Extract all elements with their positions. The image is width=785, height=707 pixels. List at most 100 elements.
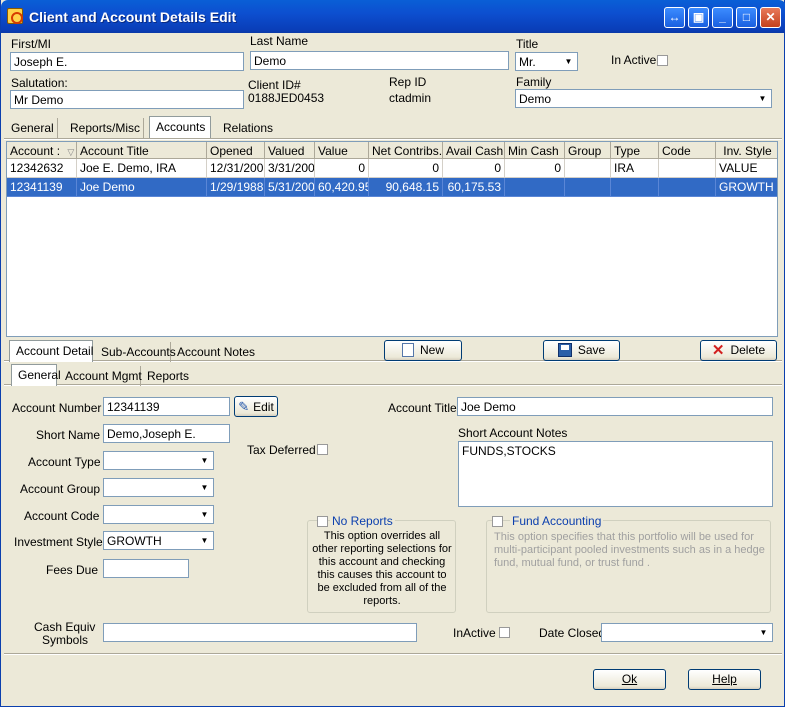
col-header-inv-style[interactable]: Inv. Style bbox=[716, 142, 777, 159]
cell-inv-style: GROWTH bbox=[716, 178, 777, 197]
chevron-down-icon[interactable]: ▼ bbox=[197, 533, 212, 548]
first-name-input[interactable]: Joseph E. bbox=[10, 52, 244, 71]
date-closed-picker[interactable]: ▼ bbox=[601, 623, 773, 642]
account-group-label: Account Group bbox=[20, 482, 101, 496]
account-inactive-checkbox[interactable] bbox=[499, 627, 510, 638]
tax-deferred-checkbox[interactable] bbox=[317, 444, 328, 455]
cell-inv-style: VALUE bbox=[716, 159, 777, 178]
tab-reports-misc[interactable]: Reports/Misc bbox=[64, 118, 144, 138]
sub-tabstrip: General Account Mgmt Reports bbox=[11, 364, 211, 388]
col-header-valued[interactable]: Valued bbox=[265, 142, 315, 159]
no-reports-description: This option overrides all other reportin… bbox=[312, 530, 452, 607]
account-code-select[interactable]: ▼ bbox=[103, 505, 214, 524]
footer-separator bbox=[4, 653, 782, 655]
rep-id-value: ctadmin bbox=[389, 91, 432, 105]
cell-title: Joe E. Demo, IRA bbox=[77, 159, 207, 178]
account-type-select[interactable]: ▼ bbox=[103, 451, 214, 470]
date-closed-label: Date Closed bbox=[539, 626, 606, 640]
account-number-label: Account Number bbox=[12, 401, 102, 415]
chevron-down-icon[interactable]: ▼ bbox=[756, 625, 771, 640]
col-header-opened[interactable]: Opened bbox=[207, 142, 265, 159]
account-title-label: Account Title bbox=[388, 401, 457, 415]
family-select[interactable]: Demo ▼ bbox=[515, 89, 772, 108]
investment-style-select[interactable]: GROWTH ▼ bbox=[103, 531, 214, 550]
tab-sub-accounts[interactable]: Sub-Accounts bbox=[95, 342, 176, 362]
investment-style-label: Investment Style bbox=[14, 535, 103, 549]
tab-relations[interactable]: Relations bbox=[217, 118, 287, 138]
last-name-input[interactable]: Demo bbox=[250, 51, 509, 70]
col-header-group[interactable]: Group bbox=[565, 142, 611, 159]
dialog-window: Client and Account Details Edit ↔ ▣ _ □ … bbox=[0, 0, 785, 707]
tab-account-detail[interactable]: Account Detail bbox=[9, 340, 93, 362]
col-header-code[interactable]: Code bbox=[659, 142, 716, 159]
title-select[interactable]: Mr. ▼ bbox=[515, 52, 578, 71]
cell-account: 12341139 bbox=[7, 178, 77, 197]
col-header-net-contribs[interactable]: Net Contribs. bbox=[369, 142, 443, 159]
tab-general[interactable]: General bbox=[5, 118, 58, 138]
chevron-down-icon[interactable]: ▼ bbox=[197, 507, 212, 522]
cell-code bbox=[659, 178, 716, 197]
short-name-label: Short Name bbox=[36, 428, 101, 442]
no-reports-label: No Reports bbox=[330, 514, 395, 528]
save-button-label: Save bbox=[577, 343, 606, 357]
short-notes-textarea[interactable]: FUNDS,STOCKS bbox=[458, 441, 773, 507]
col-header-min-cash[interactable]: Min Cash bbox=[505, 142, 565, 159]
new-button-label: New bbox=[419, 343, 444, 357]
delete-button[interactable]: ✕ Delete bbox=[700, 340, 777, 361]
tab-accounts[interactable]: Accounts bbox=[149, 116, 211, 138]
accounts-grid[interactable]: Account : ▽ Account Title Opened Valued … bbox=[6, 141, 778, 337]
chevron-down-icon[interactable]: ▼ bbox=[755, 91, 770, 106]
chevron-down-icon[interactable]: ▼ bbox=[561, 54, 576, 69]
col-header-account[interactable]: Account : ▽ bbox=[7, 142, 77, 159]
cell-avail-cash: 60,175.53 bbox=[443, 178, 505, 197]
title-select-value: Mr. bbox=[519, 55, 536, 69]
help-button[interactable]: Help bbox=[688, 669, 761, 690]
cell-valued: 5/31/200 bbox=[265, 178, 315, 197]
chevron-down-icon[interactable]: ▼ bbox=[197, 480, 212, 495]
col-header-avail-cash[interactable]: Avail Cash bbox=[443, 142, 505, 159]
minimize-icon[interactable]: _ bbox=[712, 7, 733, 28]
no-reports-checkbox[interactable] bbox=[317, 516, 328, 527]
save-disk-icon bbox=[557, 343, 572, 357]
salutation-input[interactable]: Mr Demo bbox=[10, 90, 244, 109]
first-label: First/MI bbox=[11, 37, 51, 51]
subtab-general[interactable]: General bbox=[11, 364, 61, 386]
client-inactive-checkbox[interactable] bbox=[657, 55, 668, 66]
edit-button-label: Edit bbox=[253, 400, 274, 414]
account-group-select[interactable]: ▼ bbox=[103, 478, 214, 497]
cell-title: Joe Demo bbox=[77, 178, 207, 197]
col-header-type[interactable]: Type bbox=[611, 142, 659, 159]
save-button[interactable]: Save bbox=[543, 340, 620, 361]
col-header-value[interactable]: Value bbox=[315, 142, 369, 159]
edit-button[interactable]: ✎ Edit bbox=[234, 396, 278, 417]
family-select-value: Demo bbox=[519, 92, 552, 106]
detail-tabstrip: Account Detail Sub-Accounts Account Note… bbox=[9, 340, 379, 364]
new-button[interactable]: New bbox=[384, 340, 462, 361]
window-menu-icon[interactable]: ▣ bbox=[688, 7, 709, 28]
account-number-input[interactable]: 12341139 bbox=[103, 397, 230, 416]
title-bar[interactable]: Client and Account Details Edit ↔ ▣ _ □ … bbox=[1, 0, 785, 33]
ok-button[interactable]: Ok bbox=[593, 669, 666, 690]
resize-arrows-icon[interactable]: ↔ bbox=[664, 7, 685, 28]
tab-account-notes[interactable]: Account Notes bbox=[171, 342, 261, 362]
close-icon[interactable]: ✕ bbox=[760, 7, 781, 28]
fund-accounting-checkbox[interactable] bbox=[492, 516, 503, 527]
cell-group bbox=[565, 178, 611, 197]
cell-value: 0 bbox=[315, 159, 369, 178]
fund-accounting-description: This option specifies that this portfoli… bbox=[494, 531, 765, 569]
subtab-account-mgmt[interactable]: Account Mgmt bbox=[59, 366, 142, 386]
maximize-icon[interactable]: □ bbox=[736, 7, 757, 28]
cell-account: 12342632 bbox=[7, 159, 77, 178]
cell-net-contribs: 0 bbox=[369, 159, 443, 178]
investment-style-value: GROWTH bbox=[107, 534, 162, 548]
cell-type: IRA bbox=[611, 159, 659, 178]
col-header-title[interactable]: Account Title bbox=[77, 142, 207, 159]
subtab-reports[interactable]: Reports bbox=[141, 366, 191, 386]
account-title-input[interactable]: Joe Demo bbox=[457, 397, 773, 416]
cash-equiv-input[interactable] bbox=[103, 623, 417, 642]
delete-button-label: Delete bbox=[730, 343, 766, 357]
short-notes-label: Short Account Notes bbox=[458, 426, 568, 440]
fees-due-input[interactable] bbox=[103, 559, 189, 578]
chevron-down-icon[interactable]: ▼ bbox=[197, 453, 212, 468]
short-name-input[interactable]: Demo,Joseph E. bbox=[103, 424, 230, 443]
